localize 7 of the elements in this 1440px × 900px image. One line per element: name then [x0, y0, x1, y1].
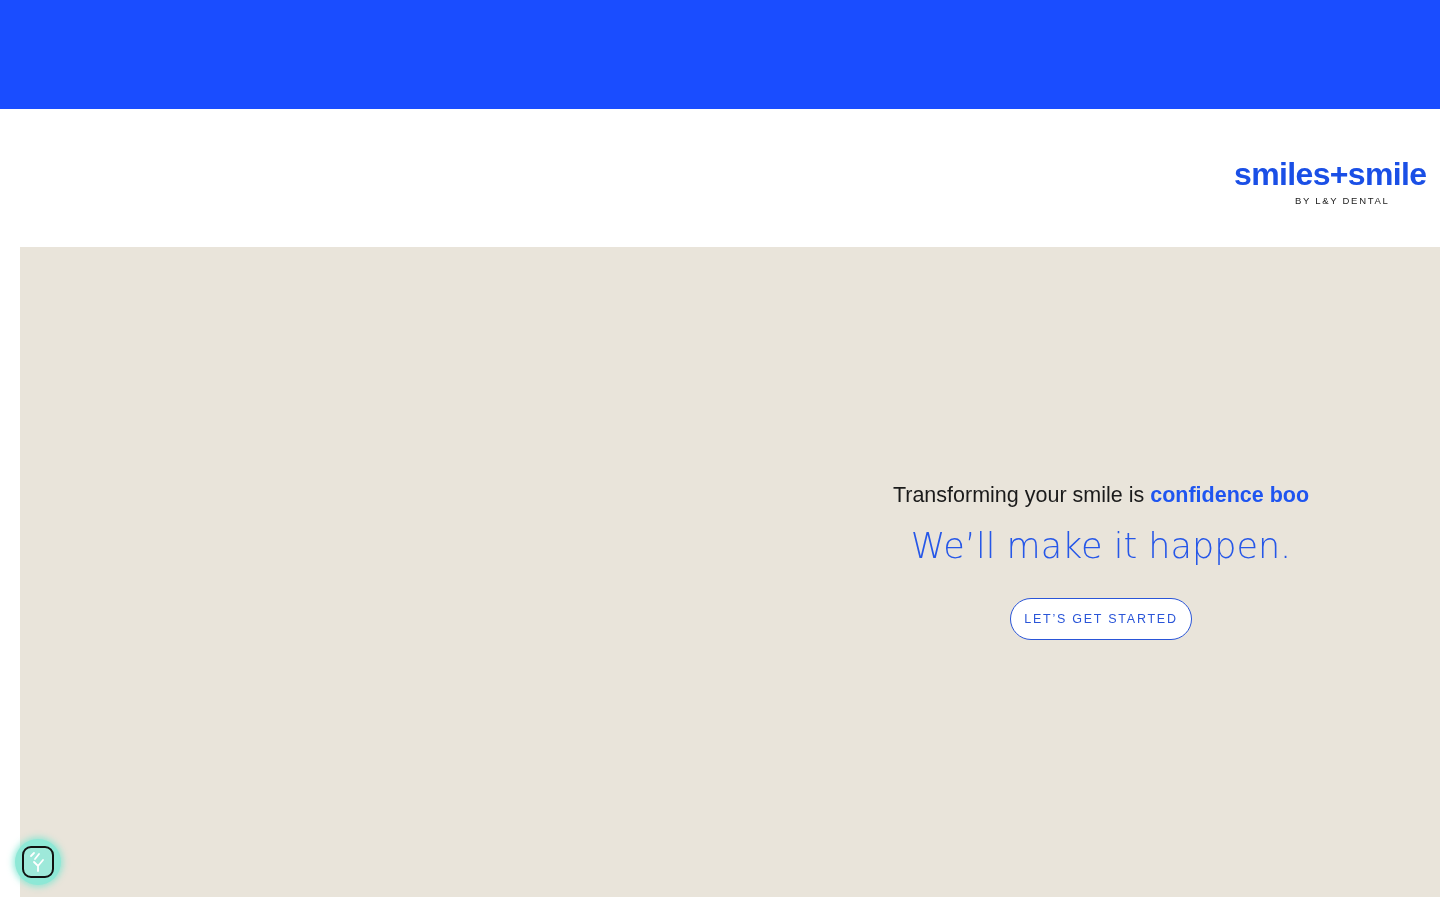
widget-icon: [22, 846, 54, 878]
logo-wordmark: smiles+smile: [1234, 157, 1427, 191]
logo[interactable]: smiles+smile BY L&Y DENTAL: [1234, 157, 1440, 207]
get-started-button[interactable]: LET’S GET STARTED: [1010, 598, 1192, 640]
hero-intro: Transforming your smile is confidence boo: [892, 482, 1310, 508]
hero-headline: We’ll make it happen.: [910, 525, 1292, 568]
logo-tagline: BY L&Y DENTAL: [1295, 195, 1390, 207]
